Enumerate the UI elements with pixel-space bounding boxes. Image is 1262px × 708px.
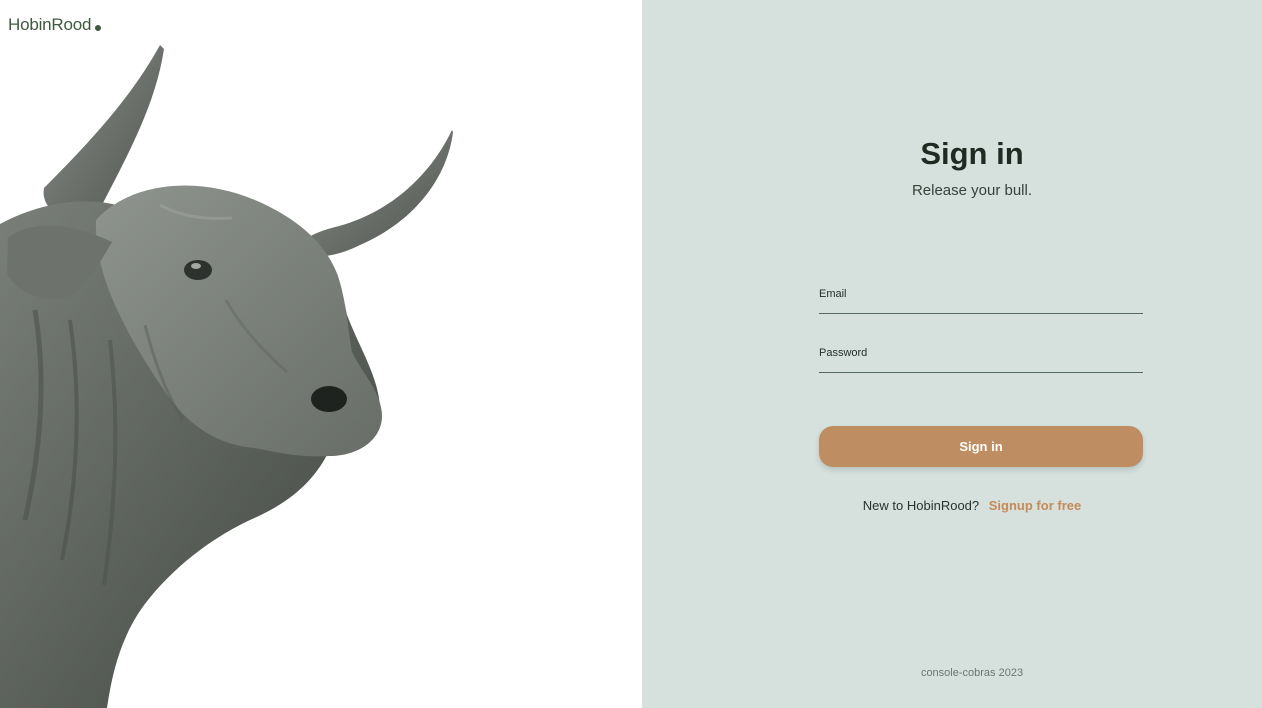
email-input[interactable] [819, 286, 1143, 313]
bull-illustration [0, 45, 453, 708]
email-field[interactable]: Email [819, 286, 1143, 314]
signup-prompt: New to HobinRood? Signup for free [642, 498, 1262, 513]
page-title: Sign in [920, 136, 1024, 171]
brand-name: HobinRood [8, 15, 92, 34]
brand-dot-icon [95, 25, 102, 31]
signin-panel: Sign in Release your bull. Email Passwor… [642, 0, 1262, 708]
sign-in-button[interactable]: Sign in [819, 426, 1143, 467]
signup-link[interactable]: Signup for free [989, 498, 1081, 513]
password-field[interactable]: Password [819, 345, 1143, 373]
password-input[interactable] [819, 345, 1143, 372]
page-subtitle: Release your bull. [911, 182, 1033, 199]
signup-prompt-text: New to HobinRood? [862, 498, 980, 513]
brand-logo: HobinRood [8, 15, 102, 35]
brand-panel: HobinRood [0, 0, 642, 708]
signin-page: HobinRood Sign in Release your bull. Ema… [0, 0, 1262, 708]
footer-text: console-cobras 2023 [920, 667, 1024, 679]
